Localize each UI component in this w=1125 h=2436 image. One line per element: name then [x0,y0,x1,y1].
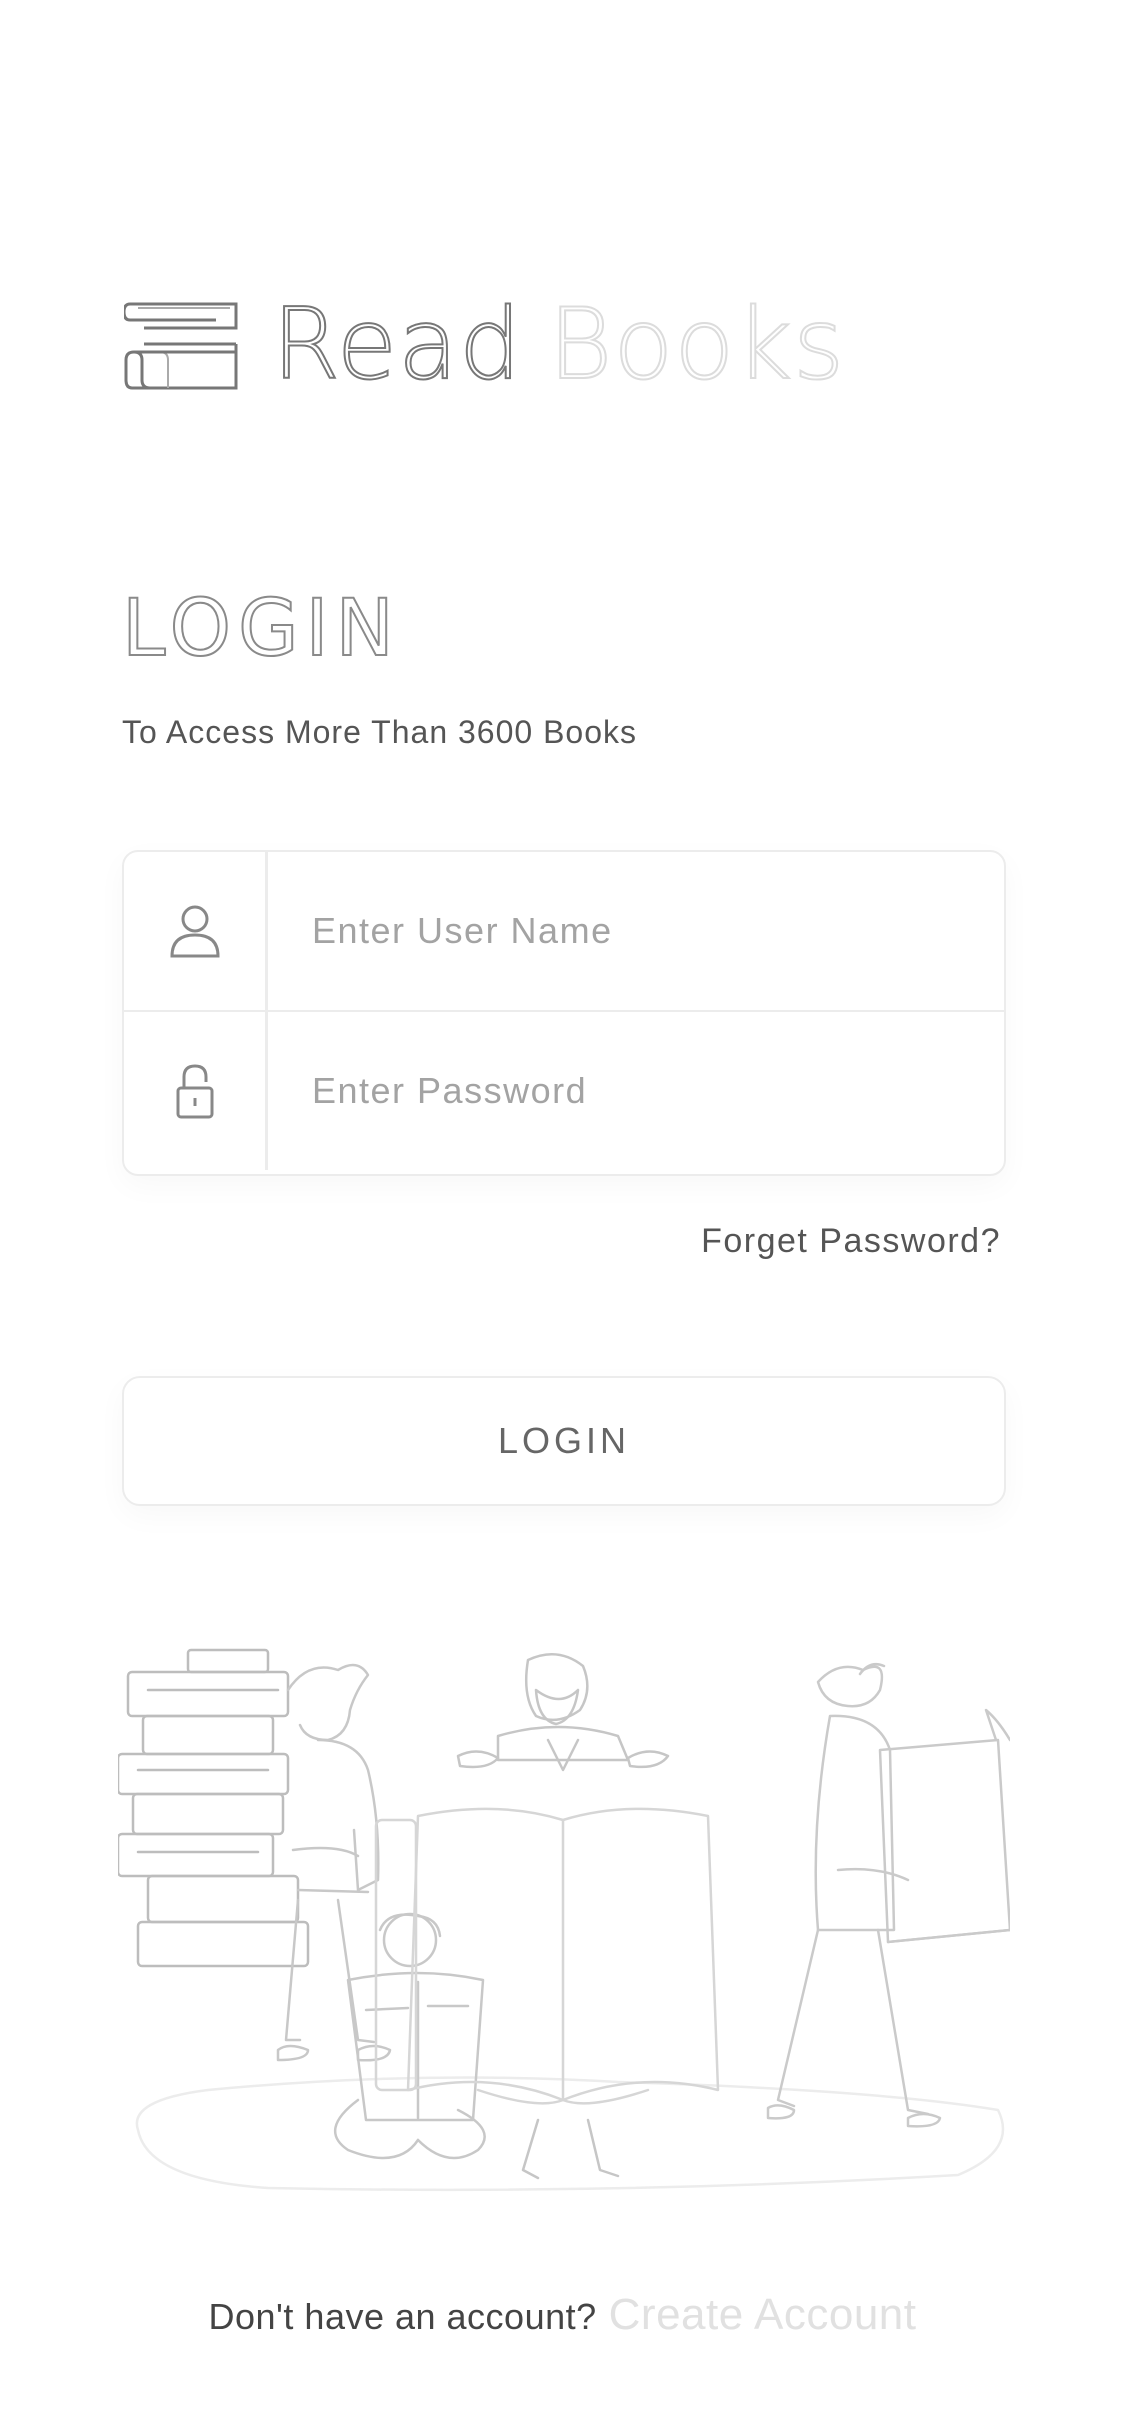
books-stack-icon [124,302,238,389]
username-icon-cell [124,852,268,1010]
login-form [122,850,1006,1176]
password-row [124,1012,1004,1170]
logo-word-books: Books [547,288,846,402]
logo-word-read: Read [271,288,523,402]
people-reading-books-illustration [118,1648,1010,2192]
page-title: LOGIN [121,584,401,674]
login-button[interactable]: LOGIN [122,1376,1006,1506]
password-input[interactable] [268,1012,1004,1170]
forget-password-link[interactable]: Forget Password? [701,1222,1001,1261]
create-account-link[interactable]: Create Account [609,2290,917,2340]
lock-icon [176,1064,213,1119]
password-icon-cell [124,1012,268,1170]
signup-prompt: Don't have an account? [208,2296,597,2337]
user-icon [169,905,220,958]
signup-footer: Don't have an account? Create Account [0,2290,1125,2340]
username-input[interactable] [268,852,1004,1010]
page-subtitle: To Access More Than 3600 Books [122,714,638,750]
app-logo: Read Books [124,295,845,395]
username-row [124,852,1004,1010]
